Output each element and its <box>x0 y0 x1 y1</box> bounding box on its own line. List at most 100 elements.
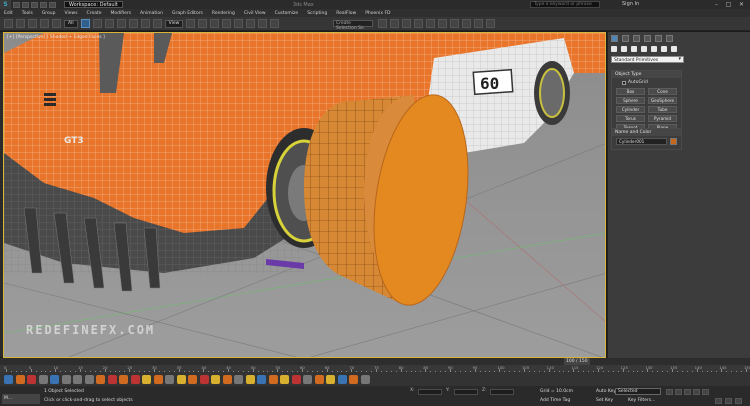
close-button[interactable]: ✕ <box>737 0 746 9</box>
open-file-icon[interactable] <box>22 1 29 8</box>
curve-editor-icon[interactable] <box>426 19 435 28</box>
menu-item-realflow[interactable]: RealFlow <box>336 11 356 16</box>
spinner-snap-icon[interactable] <box>258 19 268 28</box>
material-editor-icon[interactable] <box>450 19 459 28</box>
tube-button[interactable]: Tube <box>648 106 677 113</box>
phoenix-volume-icon[interactable] <box>303 374 312 384</box>
autogrid-checkbox[interactable] <box>622 80 626 85</box>
motion-tab-icon[interactable] <box>644 35 651 42</box>
select-object-icon[interactable] <box>80 19 90 28</box>
select-by-name-icon[interactable] <box>92 19 102 28</box>
menu-item-group[interactable]: Group <box>42 11 56 16</box>
geometry-icon[interactable] <box>611 46 617 52</box>
phoenix-fire-icon[interactable] <box>107 374 117 384</box>
object-color-swatch[interactable] <box>670 138 677 145</box>
previous-frame-icon[interactable] <box>675 389 682 395</box>
undo-icon[interactable] <box>40 1 47 8</box>
menu-item-animation[interactable]: Animation <box>140 11 163 16</box>
minimize-button[interactable]: – <box>712 0 721 9</box>
undo-tool-icon[interactable] <box>4 19 13 28</box>
render-icon[interactable] <box>96 374 105 384</box>
box-button[interactable]: Box <box>616 88 645 95</box>
menu-item-civil-view[interactable]: Civil View <box>244 11 266 16</box>
phoenix-vortex-icon[interactable] <box>314 374 324 384</box>
helpers-icon[interactable] <box>651 46 657 52</box>
mirror-icon[interactable] <box>378 19 387 28</box>
phoenix-mapper-icon[interactable] <box>280 374 289 384</box>
pyramid-button[interactable]: Pyramid <box>648 115 677 122</box>
rendered-frame-icon[interactable] <box>474 19 483 28</box>
new-file-icon[interactable] <box>13 1 20 8</box>
track-bar[interactable]: 0 5 10 15 20 25 30 35 40 45 50 55 60 65 70 75 80 85 90 95 10… <box>0 365 750 372</box>
help-icon[interactable] <box>360 374 370 384</box>
link-icon[interactable] <box>28 19 37 28</box>
layer-explorer-icon[interactable] <box>402 19 411 28</box>
phoenix-wind-icon[interactable] <box>188 374 197 384</box>
object-type-header[interactable]: Object Type <box>612 71 681 78</box>
named-selection-set-input[interactable]: Create Selection Se <box>333 20 373 31</box>
time-slider[interactable]: 100 / 150 <box>0 358 750 365</box>
hierarchy-tab-icon[interactable] <box>633 35 640 42</box>
maxscript-listener-icon[interactable] <box>4 374 13 384</box>
x-coordinate-field[interactable] <box>418 389 442 395</box>
phoenix-simulator-icon[interactable] <box>130 374 140 384</box>
sign-in-button[interactable]: Sign In <box>622 1 639 7</box>
phoenix-drag-icon[interactable] <box>199 374 209 384</box>
scale-icon[interactable] <box>152 19 162 28</box>
utilities-tab-icon[interactable] <box>666 35 673 42</box>
app-logo[interactable]: S <box>0 0 11 9</box>
orbit-icon[interactable] <box>735 398 742 404</box>
menu-item-views[interactable]: Views <box>65 11 78 16</box>
redo-icon[interactable] <box>49 1 56 8</box>
snap-toggle-icon[interactable] <box>222 19 232 28</box>
bind-spacewarp-icon[interactable] <box>52 19 61 28</box>
phoenix-ocean-icon[interactable] <box>222 374 232 384</box>
angle-snap-icon[interactable] <box>234 19 244 28</box>
menu-item-tools[interactable]: Tools <box>22 11 33 16</box>
grid-icon[interactable] <box>38 374 48 384</box>
menu-item-create[interactable]: Create <box>87 11 102 16</box>
menu-item-customize[interactable]: Customize <box>275 11 299 16</box>
cameras-icon[interactable] <box>641 46 647 52</box>
phoenix-preset-icon[interactable] <box>268 374 278 384</box>
align-icon[interactable] <box>390 19 399 28</box>
key-filters-button[interactable]: Key Filters... <box>628 398 655 403</box>
phoenix-tool-icon[interactable] <box>234 374 243 384</box>
phoenix-particle-icon[interactable] <box>176 374 186 384</box>
rotate-icon[interactable] <box>140 19 150 28</box>
percent-snap-icon[interactable] <box>246 19 256 28</box>
primitive-category-dropdown[interactable]: Standard Primitives <box>611 56 684 63</box>
paint-icon[interactable] <box>50 374 59 384</box>
modify-tab-icon[interactable] <box>622 35 629 42</box>
render-setup-icon[interactable] <box>462 19 471 28</box>
space-warps-icon[interactable] <box>661 46 667 52</box>
zoom-icon[interactable] <box>715 398 722 404</box>
redo-tool-icon[interactable] <box>16 19 25 28</box>
move-icon[interactable] <box>128 19 138 28</box>
perspective-viewport[interactable]: [+] [Perspective] [ Shaded + Edged Faces… <box>3 32 606 358</box>
add-time-tag-button[interactable]: Add Time Tag <box>540 398 570 403</box>
phoenix-mesh-icon[interactable] <box>211 374 220 384</box>
go-to-end-icon[interactable] <box>702 389 709 395</box>
go-to-start-icon[interactable] <box>666 389 673 395</box>
reference-coordinate-dropdown[interactable]: View <box>164 19 184 28</box>
phoenix-burn-icon[interactable] <box>349 374 358 384</box>
display-tab-icon[interactable] <box>655 35 662 42</box>
phoenix-sim-icon[interactable] <box>257 374 266 384</box>
auto-key-button[interactable]: Auto Key <box>596 389 616 394</box>
menu-item-graph-editors[interactable]: Graph Editors <box>172 11 203 16</box>
phoenix-source-icon[interactable] <box>153 374 163 384</box>
y-coordinate-field[interactable] <box>454 389 478 395</box>
set-key-button[interactable]: Set Key <box>596 398 613 403</box>
next-frame-icon[interactable] <box>693 389 700 395</box>
phoenix-shader-icon[interactable] <box>245 374 255 384</box>
graphite-ribbon-icon[interactable] <box>414 19 423 28</box>
pause-icon[interactable] <box>84 374 94 384</box>
cone-button[interactable]: Cone <box>648 88 677 95</box>
unlink-icon[interactable] <box>40 19 49 28</box>
phoenix-emitter-icon[interactable] <box>291 374 301 384</box>
create-tab-icon[interactable] <box>611 35 618 42</box>
window-crossing-icon[interactable] <box>116 19 126 28</box>
object-name-input[interactable]: Cylinder001 <box>616 138 668 145</box>
cylinder-button[interactable]: Cylinder <box>616 106 645 113</box>
